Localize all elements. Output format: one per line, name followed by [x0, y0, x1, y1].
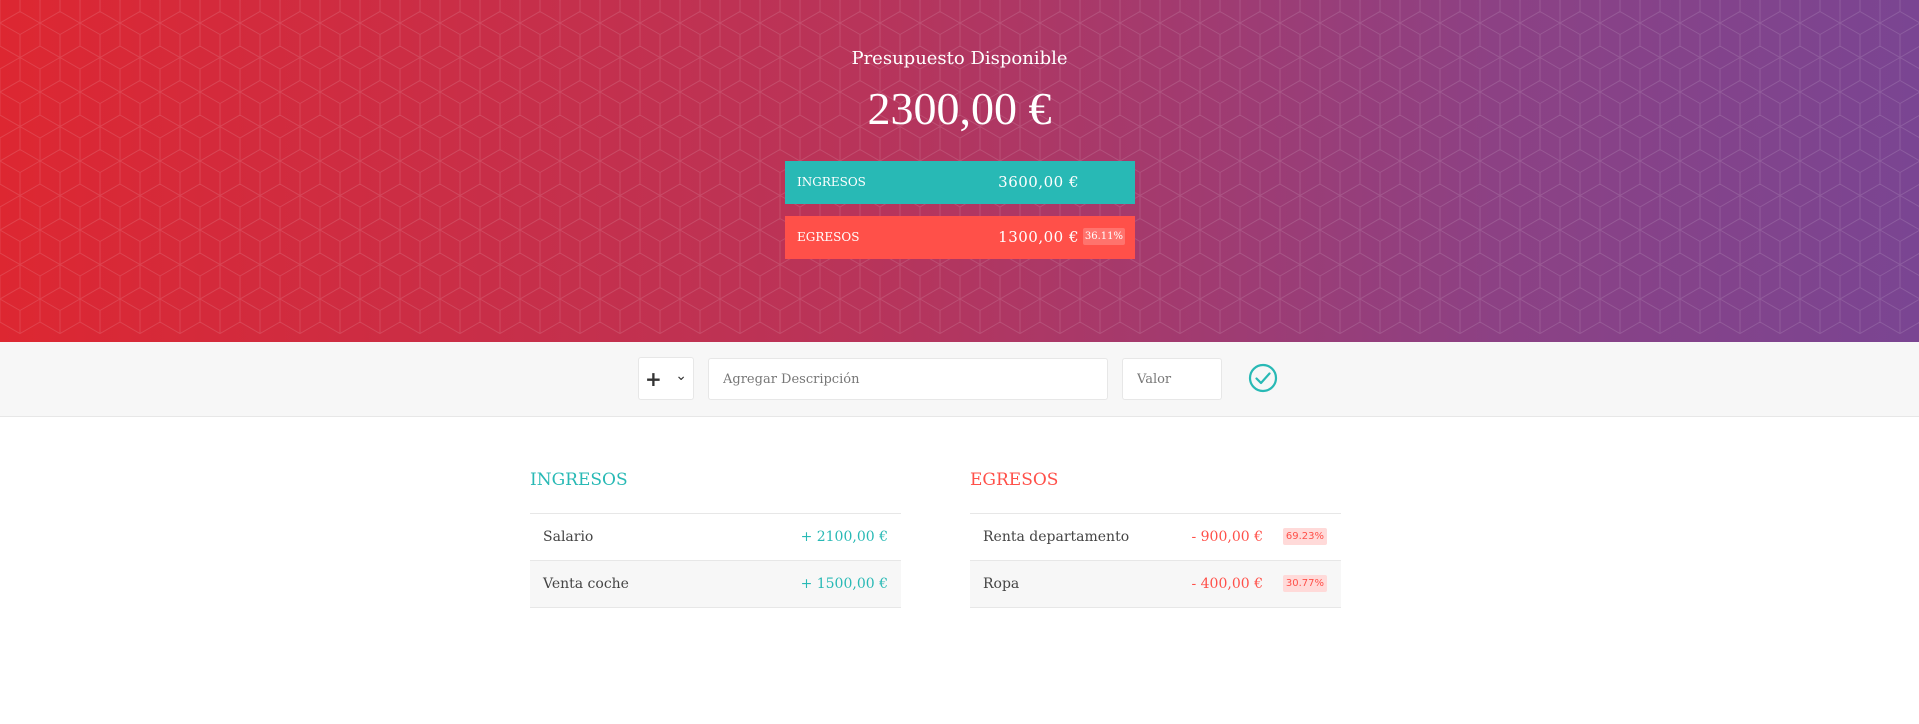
- income-summary-label: Ingresos: [797, 175, 866, 189]
- description-input[interactable]: [708, 358, 1108, 400]
- type-select-value: +: [645, 367, 662, 391]
- budget-header: Presupuesto Disponible 2300,00 € Ingreso…: [0, 0, 1919, 342]
- item-percent-badge: 69.23%: [1282, 528, 1327, 545]
- budget-panel: Presupuesto Disponible 2300,00 € Ingreso…: [0, 0, 1919, 342]
- expense-summary: Egresos 1300,00 € 36.11%: [785, 216, 1135, 259]
- item-description: Ropa: [983, 576, 1020, 592]
- item-description: Venta coche: [543, 576, 629, 592]
- expenses-column: Egresos Renta departamento - 900,00 € 69…: [970, 470, 1341, 608]
- expense-summary-label: Egresos: [797, 230, 860, 244]
- type-select[interactable]: + ⌄: [638, 357, 694, 400]
- item-value: - 400,00 €: [1191, 576, 1263, 592]
- item-value: + 1500,00 €: [800, 576, 888, 592]
- list-item: Venta coche + 1500,00 €: [530, 561, 901, 608]
- item-percent-badge: 30.77%: [1282, 575, 1327, 592]
- chevron-down-icon: ⌄: [675, 368, 687, 384]
- income-summary-value: 3600,00 €: [998, 173, 1079, 191]
- add-entry-bar: + ⌄: [0, 342, 1919, 417]
- item-value: + 2100,00 €: [800, 529, 888, 545]
- expense-summary-percent: 36.11%: [1082, 228, 1125, 245]
- check-circle-icon: [1248, 363, 1278, 393]
- submit-button[interactable]: [1247, 362, 1279, 394]
- value-input[interactable]: [1122, 358, 1222, 400]
- income-title: Ingresos: [530, 470, 901, 514]
- item-description: Renta departamento: [983, 529, 1130, 545]
- income-column: Ingresos Salario + 2100,00 € Venta coche…: [530, 470, 901, 608]
- expenses-title: Egresos: [970, 470, 1341, 514]
- item-description: Salario: [543, 529, 594, 545]
- list-item: Ropa - 400,00 € 30.77%: [970, 561, 1341, 608]
- budget-title: Presupuesto Disponible: [851, 48, 1068, 69]
- budget-value: 2300,00 €: [867, 83, 1052, 134]
- income-summary: Ingresos 3600,00 €: [785, 161, 1135, 204]
- list-item: Salario + 2100,00 €: [530, 514, 901, 561]
- item-value: - 900,00 €: [1191, 529, 1263, 545]
- list-item: Renta departamento - 900,00 € 69.23%: [970, 514, 1341, 561]
- expense-summary-value: 1300,00 €: [998, 228, 1079, 246]
